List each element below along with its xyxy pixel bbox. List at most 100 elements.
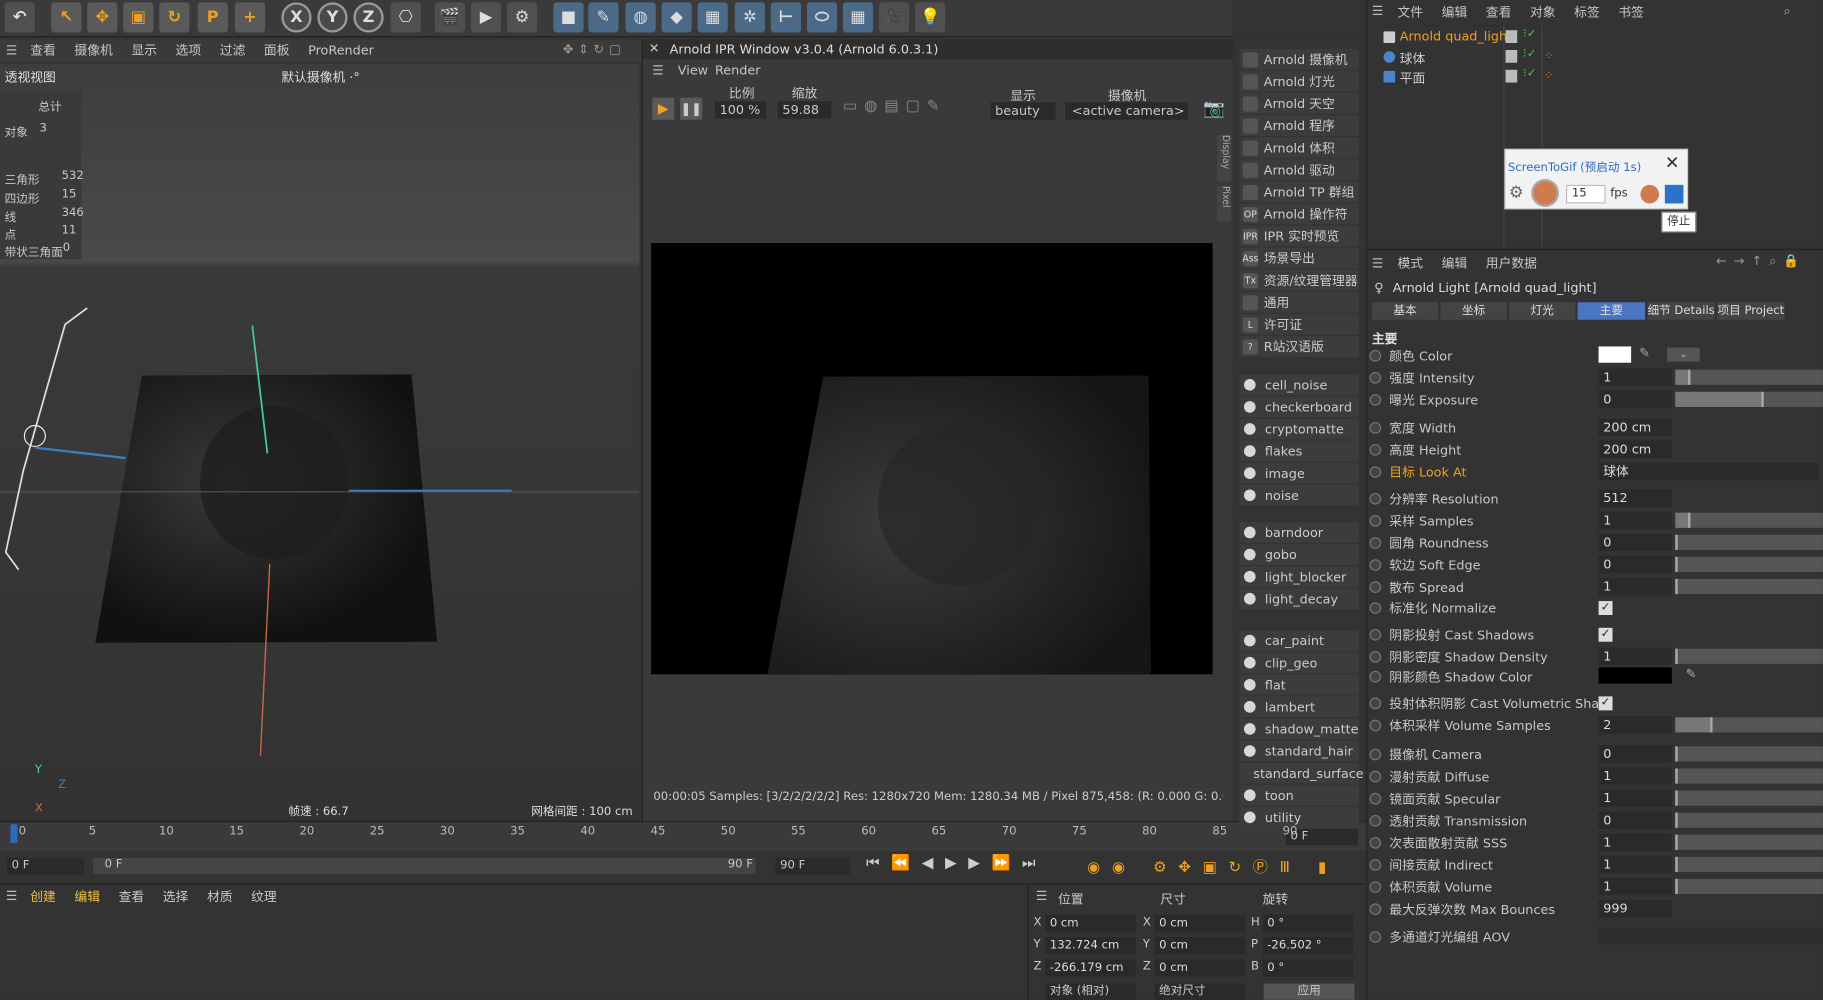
scale-icon[interactable]: ▣ — [123, 2, 154, 33]
range-slider[interactable]: 0 F 90 F — [93, 857, 756, 875]
deformer-icon[interactable]: ◆ — [661, 2, 692, 33]
y-axis-icon[interactable]: Y — [317, 2, 348, 33]
attr-row[interactable]: 强度 Intensity 1 — [1369, 367, 1823, 387]
attr-slider[interactable] — [1675, 834, 1823, 850]
arnold-menu-item[interactable]: Arnold 体积 — [1239, 137, 1360, 159]
arnold-menu-item[interactable]: Arnold 灯光 — [1239, 70, 1360, 92]
hamburger-icon[interactable]: ☰ — [1372, 256, 1383, 271]
light-icon[interactable]: 💡 — [914, 2, 946, 33]
viewport-menu-item[interactable]: 查看 — [21, 42, 65, 61]
checkbox[interactable]: ✓ — [1598, 695, 1613, 710]
attr-slider[interactable] — [1675, 556, 1823, 572]
visibility-icon[interactable] — [1505, 30, 1518, 44]
color-swatch[interactable] — [1598, 346, 1632, 363]
attr-row[interactable]: 次表面散射贡献 SSS 1 — [1369, 832, 1823, 852]
arnold-menu-item[interactable]: Arnold 摄像机 — [1239, 48, 1360, 70]
keyframe-tools[interactable]: ◉◉ ⚙✥▣↻ⓅⅢ ▮ — [1087, 855, 1361, 878]
ipr-side-tab-pixel[interactable]: Pixel — [1217, 186, 1232, 221]
shader-item[interactable]: noise — [1239, 484, 1360, 506]
radio-icon[interactable] — [1369, 792, 1382, 804]
radio-icon[interactable] — [1369, 601, 1382, 614]
viewport-nav-icons[interactable]: ✥⇕↻▢ — [563, 42, 626, 57]
viewport-menu-item[interactable]: ProRender — [299, 42, 383, 61]
close-icon[interactable]: ✕ — [1665, 152, 1680, 173]
attr-value[interactable]: 0 — [1598, 745, 1672, 763]
attr-row[interactable]: 体积采样 Volume Samples 2 — [1369, 715, 1823, 735]
attr-value[interactable]: 0 — [1598, 390, 1672, 409]
arnold-menu-item[interactable]: Arnold 天空 — [1239, 93, 1360, 114]
radio-icon[interactable] — [1369, 580, 1382, 593]
aov-field[interactable] — [1598, 927, 1823, 945]
attr-value[interactable]: 1 — [1598, 647, 1672, 666]
coord-icon[interactable]: ⎔ — [390, 2, 421, 33]
camera-select[interactable]: <active camera> — [1064, 102, 1189, 120]
attr-slider[interactable] — [1675, 790, 1823, 806]
attr-menu-item[interactable]: 模式 — [1388, 255, 1432, 274]
attr-value[interactable]: 0 — [1598, 533, 1672, 552]
shader-item[interactable]: light_blocker — [1239, 566, 1360, 588]
attr-slider[interactable] — [1675, 768, 1823, 784]
attr-tab[interactable]: 基本 — [1371, 302, 1439, 320]
hamburger-icon[interactable]: ☰ — [1372, 3, 1383, 18]
coord-field[interactable]: -266.179 cm — [1045, 959, 1136, 977]
attr-row[interactable]: 散布 Spread 1 — [1369, 577, 1823, 597]
radio-icon[interactable] — [1369, 514, 1382, 527]
attr-tab[interactable]: 灯光 — [1509, 302, 1576, 320]
coord-field[interactable]: 0 cm — [1154, 937, 1246, 955]
arnold-menu-item[interactable]: Arnold 驱动 — [1239, 159, 1360, 181]
radio-icon[interactable] — [1369, 814, 1382, 827]
check-icon[interactable]: ⁝✓ — [1523, 28, 1536, 41]
shader-item[interactable]: standard_hair — [1239, 740, 1360, 762]
shader-item[interactable]: image — [1239, 462, 1360, 484]
shader-item[interactable]: barndoor — [1239, 522, 1360, 543]
shader-item[interactable]: flakes — [1239, 440, 1360, 462]
material-menu-item[interactable]: 创建 — [21, 888, 65, 907]
attr-slider[interactable] — [1675, 512, 1823, 528]
radio-icon[interactable] — [1369, 536, 1382, 549]
radio-icon[interactable] — [1369, 880, 1382, 893]
psr-icon[interactable]: P — [197, 2, 228, 33]
shader-item[interactable]: light_decay — [1239, 588, 1360, 610]
ratio-field[interactable]: 100 % — [714, 101, 767, 119]
attr-row[interactable]: 摄像机 Camera 0 — [1369, 744, 1823, 764]
end-frame-field[interactable]: 90 F — [775, 857, 850, 875]
attr-row[interactable]: 分辨率 Resolution 512 — [1369, 488, 1823, 508]
attr-value[interactable]: 200 cm — [1598, 418, 1672, 436]
radio-icon[interactable] — [1369, 628, 1382, 641]
radio-icon[interactable] — [1369, 770, 1382, 782]
viewport-menu-item[interactable]: 选项 — [166, 42, 210, 61]
shader-item[interactable]: checkerboard — [1239, 396, 1360, 418]
clapboard-icon[interactable]: 🎬 — [434, 2, 466, 33]
shader-item[interactable]: cell_noise — [1239, 374, 1360, 396]
attr-value[interactable]: 1 — [1598, 855, 1672, 874]
attr-row[interactable]: 漫射贡献 Diffuse 1 — [1369, 766, 1823, 786]
viewport-menu-item[interactable]: 摄像机 — [65, 42, 122, 61]
attr-slider[interactable] — [1675, 578, 1823, 595]
shader-item[interactable]: standard_surface — [1239, 762, 1364, 784]
attr-row[interactable]: 阴影颜色 Shadow Color ✎ — [1369, 666, 1823, 686]
tag-icon[interactable]: ⁘ — [1544, 70, 1554, 83]
viewport-menu-item[interactable]: 过滤 — [210, 42, 254, 61]
eyedropper-icon[interactable]: ✎ — [1639, 345, 1650, 360]
hamburger-icon[interactable]: ☰ — [6, 888, 17, 903]
ipr-menu-render[interactable]: Render — [715, 63, 761, 78]
attr-menu-item[interactable]: 用户数据 — [1477, 255, 1547, 274]
attr-row[interactable]: 透射贡献 Transmission 0 — [1369, 810, 1823, 830]
attr-row[interactable]: 标准化 Normalize ✓ — [1369, 598, 1823, 618]
radio-icon[interactable] — [1369, 696, 1382, 709]
attr-value[interactable]: 1 — [1598, 833, 1672, 852]
attr-row[interactable]: 宽度 Width 200 cm — [1369, 417, 1823, 437]
hamburger-icon[interactable]: ☰ — [652, 63, 663, 78]
object-name[interactable]: 球体 — [1400, 49, 1426, 68]
attr-value[interactable]: 200 cm — [1598, 440, 1672, 459]
shader-item[interactable]: gobo — [1239, 544, 1360, 566]
attr-slider[interactable] — [1675, 812, 1823, 828]
shader-item[interactable]: cryptomatte — [1239, 418, 1360, 440]
hamburger-icon[interactable]: ☰ — [1036, 888, 1047, 903]
shader-item[interactable]: car_paint — [1239, 630, 1360, 652]
tag-icon[interactable]: ⁘ — [1544, 50, 1554, 63]
material-menu-item[interactable]: 纹理 — [242, 888, 286, 907]
attr-slider[interactable] — [1675, 369, 1823, 385]
arnold-menu-item[interactable]: Arnold TP 群组 — [1239, 181, 1360, 203]
attr-value[interactable]: 1 — [1598, 789, 1672, 807]
